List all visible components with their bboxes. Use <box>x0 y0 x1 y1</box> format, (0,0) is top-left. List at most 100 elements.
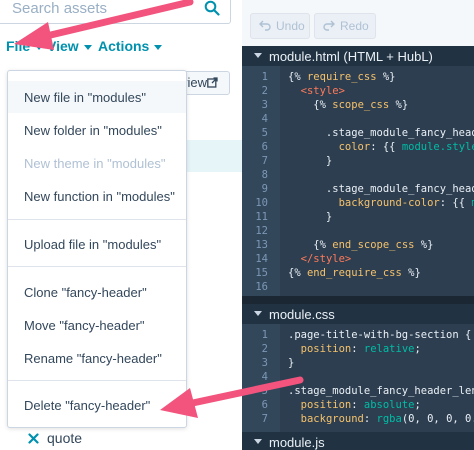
code-line: 1 {% require_css %} <box>242 70 474 84</box>
code-line: 9 .stage_module_fancy_heade <box>242 182 474 196</box>
line-number: 2 <box>261 343 268 355</box>
code-editor-pane: Undo Redo module.html (HTML + HubL) 1 {% … <box>242 0 474 450</box>
line-number: 15 <box>255 267 268 279</box>
line-number: 3 <box>261 99 268 111</box>
line-number: 2 <box>261 85 268 97</box>
pane-divider[interactable] <box>242 296 474 304</box>
line-number: 13 <box>255 239 268 251</box>
menu-item-label: New folder in "modules" <box>24 123 162 138</box>
menu-item-move[interactable]: Move "fancy-header" <box>8 309 186 341</box>
line-number: 16 <box>255 281 268 293</box>
line-number: 5 <box>261 127 268 139</box>
code-line: 13 {% end_scope_css %} <box>242 238 474 252</box>
menu-divider <box>8 219 186 220</box>
menu-item-new-folder[interactable]: New folder in "modules" <box>8 114 186 146</box>
line-number: 4 <box>261 113 268 125</box>
menu-item-new-file[interactable]: New file in "modules" <box>8 81 186 113</box>
code-text: } <box>288 357 295 369</box>
selected-tree-row[interactable] <box>180 140 242 172</box>
actions-menu-label: Actions <box>98 38 150 54</box>
undo-button[interactable]: Undo <box>250 13 310 39</box>
menu-item-new-function[interactable]: New function in "modules" <box>8 180 186 212</box>
file-name: module.js <box>269 435 325 450</box>
undo-icon <box>259 20 271 31</box>
menu-divider <box>8 380 186 381</box>
code-text: <style> <box>300 85 345 97</box>
file-name: module.css <box>269 307 335 322</box>
code-line: 10 background-color: {{ mo <box>242 196 474 210</box>
code-text: .page-title-with-bg-section { <box>288 329 472 341</box>
code-text: .stage_module_fancy_header_lens <box>288 385 474 397</box>
redo-button[interactable]: Redo <box>314 13 376 39</box>
code-text: .stage_module_fancy_heade <box>288 127 474 139</box>
code-text: {% end_scope_css %} <box>313 239 434 251</box>
file-name: module.html (HTML + HubL) <box>269 49 433 64</box>
file-tree-pane: Search assets File View Actions view quo… <box>0 0 242 450</box>
chevron-down-icon <box>35 44 44 50</box>
editor-toolbar: Undo Redo <box>242 0 474 46</box>
collapse-triangle-icon <box>254 439 262 444</box>
line-number: 12 <box>255 225 268 237</box>
search-icon[interactable] <box>204 0 220 21</box>
tree-item-label: quote <box>47 430 83 446</box>
code-line: 11 } <box>242 210 474 224</box>
code-line: 1 .page-title-with-bg-section { <box>242 328 474 342</box>
menu-item-label: New function in "modules" <box>24 189 175 204</box>
menu-item-label: Delete "fancy-header" <box>24 398 151 413</box>
file-menu-label: File <box>6 38 31 54</box>
menu-item-upload-file[interactable]: Upload file in "modules" <box>8 228 186 260</box>
code-line: 4 <box>242 370 474 384</box>
line-number: 6 <box>261 141 268 153</box>
line-number: 7 <box>261 155 268 167</box>
menu-item-clone[interactable]: Clone "fancy-header" <box>8 276 186 308</box>
search-placeholder: Search assets <box>12 0 108 17</box>
chevron-down-icon <box>154 44 163 50</box>
line-number: 6 <box>261 399 268 411</box>
line-number: 4 <box>261 371 268 383</box>
code-line: 6 position: absolute; <box>242 398 474 412</box>
code-editor-css[interactable]: 1 .page-title-with-bg-section {2 position… <box>242 324 474 432</box>
code-text: color: {{ module.styles <box>338 141 474 153</box>
code-text: .stage_module_fancy_heade <box>288 183 474 195</box>
view-menu-label: View <box>47 38 79 54</box>
code-text: {% require_css %} <box>288 71 396 83</box>
code-line: 4 <box>242 112 474 126</box>
menu-item-rename[interactable]: Rename "fancy-header" <box>8 342 186 374</box>
file-header-module-js[interactable]: module.js <box>242 432 474 450</box>
code-text: position: relative; <box>300 343 421 355</box>
file-header-module-css[interactable]: module.css <box>242 304 474 324</box>
code-line: 7 } <box>242 154 474 168</box>
code-text: {% end_require_css %} <box>288 267 421 279</box>
code-line: 8 <box>242 168 474 182</box>
menu-item-label: New theme in "modules" <box>24 156 166 171</box>
code-editor-html[interactable]: 1 {% require_css %} 2 <style> 3 {% scope_cs… <box>242 66 474 296</box>
code-line: 16 <box>242 280 474 294</box>
code-line: 5 .stage_module_fancy_header_lens <box>242 384 474 398</box>
file-menu[interactable]: File <box>6 38 44 54</box>
collapse-triangle-icon <box>254 53 262 58</box>
code-line: 6 color: {{ module.styles <box>242 140 474 154</box>
code-text: background: rgba(0, 0, 0, 0.4 <box>300 413 474 425</box>
close-icon <box>28 431 39 447</box>
code-line: 7 background: rgba(0, 0, 0, 0.4 <box>242 412 474 426</box>
line-number: 1 <box>261 71 268 83</box>
tree-item-quote[interactable]: quote <box>28 430 82 447</box>
search-input[interactable]: Search assets <box>0 0 231 24</box>
redo-label: Redo <box>340 19 369 33</box>
chevron-down-icon <box>83 44 92 50</box>
menu-item-label: Move "fancy-header" <box>24 318 145 333</box>
line-number: 8 <box>261 169 268 181</box>
file-dropdown-menu: New file in "modules" New folder in "mod… <box>7 70 187 428</box>
menu-item-delete[interactable]: Delete "fancy-header" <box>8 389 186 421</box>
code-text: } <box>288 155 333 167</box>
external-link-icon <box>207 77 218 88</box>
line-number: 10 <box>255 197 268 209</box>
file-header-module-html[interactable]: module.html (HTML + HubL) <box>242 46 474 66</box>
redo-icon <box>323 20 335 31</box>
view-menu[interactable]: View <box>47 38 92 54</box>
actions-menu[interactable]: Actions <box>98 38 163 54</box>
code-text: position: absolute; <box>300 399 421 411</box>
line-number: 7 <box>261 413 268 425</box>
code-text: </style> <box>300 253 352 265</box>
menu-item-label: Clone "fancy-header" <box>24 285 147 300</box>
